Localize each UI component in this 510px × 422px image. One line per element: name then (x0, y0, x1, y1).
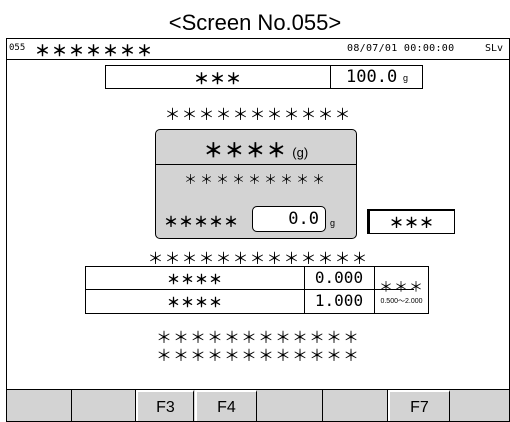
data-table: ＊＊＊＊ 0.000 ＊＊＊＊ 1.000 ＊＊＊ 0.500～2.000 (85, 266, 429, 314)
table-row-label: ＊＊＊＊ (166, 272, 223, 287)
screen-number: 055 (9, 43, 26, 53)
target-unit: g (403, 73, 409, 83)
message-line-1: ＊＊＊＊＊＊＊＊＊＊＊ (164, 107, 352, 124)
panel-field-label: ＊＊＊＊＊ (164, 214, 239, 230)
panel-divider (156, 164, 356, 165)
screen-caption: <Screen No.055> (168, 10, 342, 35)
function-key-f7[interactable]: F7 (388, 390, 450, 421)
function-key-f3[interactable]: F3 (136, 390, 194, 421)
function-key-f2[interactable] (71, 390, 136, 421)
side-star-button[interactable]: ＊＊＊ (367, 209, 455, 234)
function-key-f8[interactable] (451, 390, 509, 421)
table-row-value: 0.000 (314, 268, 364, 287)
target-label: ＊＊＊ (193, 71, 242, 88)
datetime-display: 08/07/01 00:00:00 (347, 43, 455, 54)
function-key-bar: F3 F4 F7 (7, 389, 509, 421)
device-screen: 055 ＊＊＊＊＊＊＊ 08/07/01 00:00:00 SLv ＊＊＊ 10… (6, 38, 510, 422)
function-key-f4[interactable]: F4 (195, 390, 257, 421)
panel-field-input[interactable]: 0.0 (252, 206, 326, 232)
table-row-divider (86, 289, 414, 290)
target-weight-box: ＊＊＊ 100.0 g (105, 65, 423, 89)
function-key-f1[interactable] (7, 390, 72, 421)
panel-title: ＊＊＊＊ (203, 141, 288, 162)
screen-title: ＊＊＊＊＊＊＊ (35, 43, 155, 60)
target-divider (330, 66, 331, 88)
weighing-panel: ＊＊＊＊ (g) ＊＊＊＊＊＊＊＊＊ ＊＊＊＊＊ 0.0 g (155, 129, 357, 239)
function-key-f6[interactable] (323, 390, 388, 421)
message-line-4: ＊＊＊＊＊＊＊＊＊＊＊＊ (155, 348, 360, 365)
panel-subtitle: ＊＊＊＊＊＊＊＊＊ (183, 172, 328, 187)
panel-unit: (g) (292, 145, 309, 160)
table-side-label: ＊＊＊ (379, 279, 424, 295)
table-range: 0.500～2.000 (380, 298, 423, 305)
table-row-label: ＊＊＊＊ (166, 295, 223, 310)
target-value: 100.0 (346, 67, 398, 87)
panel-field-unit: g (330, 218, 336, 228)
panel-field-value: 0.0 (288, 209, 319, 229)
function-key-f5[interactable] (258, 390, 323, 421)
table-row-value: 1.000 (314, 291, 364, 310)
security-level: SLv (485, 43, 504, 54)
side-button-label: ＊＊＊ (389, 215, 435, 231)
status-bar: 055 ＊＊＊＊＊＊＊ 08/07/01 00:00:00 SLv (7, 39, 509, 60)
